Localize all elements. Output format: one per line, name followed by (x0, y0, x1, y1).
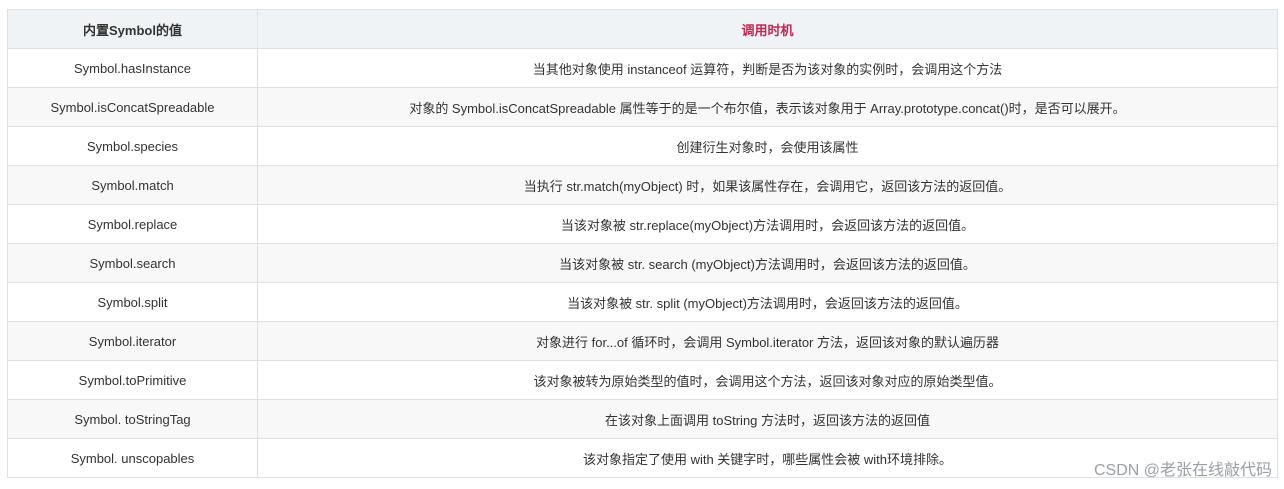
table-row: Symbol.search 当该对象被 str. search (myObjec… (7, 243, 1278, 283)
symbol-table-container: 内置Symbol的值 调用时机 Symbol.hasInstance 当其他对象… (7, 9, 1278, 478)
table-row: Symbol.iterator 对象进行 for...of 循环时，会调用 Sy… (7, 321, 1278, 361)
description-cell: 当其他对象使用 instanceof 运算符，判断是否为该对象的实例时，会调用这… (257, 48, 1278, 88)
header-call-timing: 调用时机 (257, 9, 1278, 49)
symbol-name-cell: Symbol.replace (7, 204, 258, 244)
description-cell: 当该对象被 str. split (myObject)方法调用时，会返回该方法的… (257, 282, 1278, 322)
description-cell: 在该对象上面调用 toString 方法时，返回该方法的返回值 (257, 399, 1278, 439)
csdn-watermark: CSDN @老张在线敲代码 (1093, 462, 1272, 479)
description-cell: 该对象被转为原始类型的值时，会调用这个方法，返回该对象对应的原始类型值。 (257, 360, 1278, 400)
symbol-name-cell: Symbol.match (7, 165, 258, 205)
table-row: Symbol.match 当执行 str.match(myObject) 时，如… (7, 165, 1278, 205)
symbol-name-cell: Symbol. toStringTag (7, 399, 258, 439)
symbol-name-cell: Symbol.toPrimitive (7, 360, 258, 400)
description-cell: 对象的 Symbol.isConcatSpreadable 属性等于的是一个布尔… (257, 87, 1278, 127)
table-row: Symbol.isConcatSpreadable 对象的 Symbol.isC… (7, 87, 1278, 127)
description-cell: 当该对象被 str. search (myObject)方法调用时，会返回该方法… (257, 243, 1278, 283)
description-cell: 当执行 str.match(myObject) 时，如果该属性存在，会调用它，返… (257, 165, 1278, 205)
table-row: Symbol.hasInstance 当其他对象使用 instanceof 运算… (7, 48, 1278, 88)
table-row: Symbol. unscopables 该对象指定了使用 with 关键字时，哪… (7, 438, 1278, 478)
symbol-name-cell: Symbol.iterator (7, 321, 258, 361)
symbol-name-cell: Symbol.split (7, 282, 258, 322)
table-row: Symbol.toPrimitive 该对象被转为原始类型的值时，会调用这个方法… (7, 360, 1278, 400)
table-row: Symbol.species 创建衍生对象时，会使用该属性 (7, 126, 1278, 166)
description-cell: 对象进行 for...of 循环时，会调用 Symbol.iterator 方法… (257, 321, 1278, 361)
table-row: Symbol.split 当该对象被 str. split (myObject)… (7, 282, 1278, 322)
symbol-name-cell: Symbol.search (7, 243, 258, 283)
description-cell: 创建衍生对象时，会使用该属性 (257, 126, 1278, 166)
description-cell: 当该对象被 str.replace(myObject)方法调用时，会返回该方法的… (257, 204, 1278, 244)
symbol-name-cell: Symbol.isConcatSpreadable (7, 87, 258, 127)
table-row: Symbol. toStringTag 在该对象上面调用 toString 方法… (7, 399, 1278, 439)
symbol-name-cell: Symbol.hasInstance (7, 48, 258, 88)
table-row: Symbol.replace 当该对象被 str.replace(myObjec… (7, 204, 1278, 244)
symbol-table: 内置Symbol的值 调用时机 Symbol.hasInstance 当其他对象… (7, 9, 1278, 478)
symbol-name-cell: Symbol.species (7, 126, 258, 166)
header-symbol-value: 内置Symbol的值 (7, 9, 258, 49)
table-header-row: 内置Symbol的值 调用时机 (7, 9, 1278, 49)
symbol-name-cell: Symbol. unscopables (7, 438, 258, 478)
